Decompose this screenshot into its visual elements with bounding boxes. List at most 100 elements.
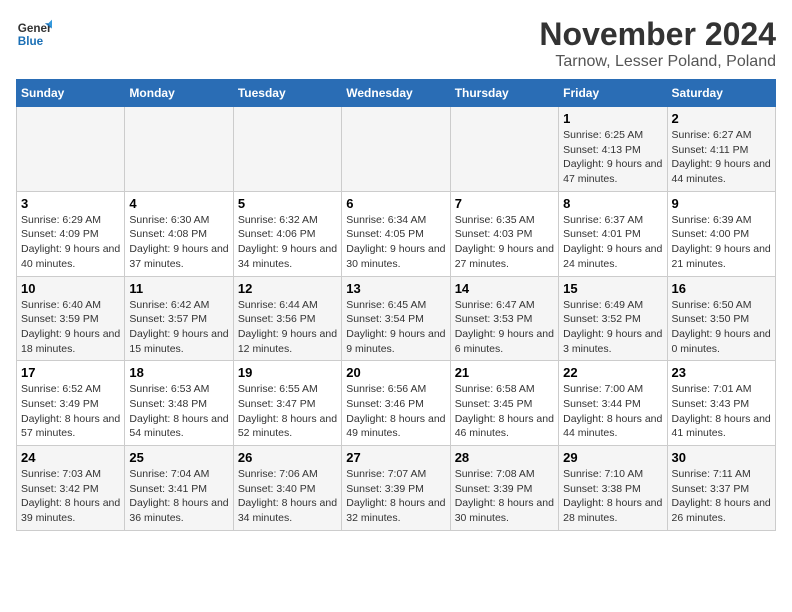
day-number: 17 <box>21 365 120 380</box>
day-info: Sunrise: 6:35 AM Sunset: 4:03 PM Dayligh… <box>455 213 554 272</box>
calendar-cell: 13Sunrise: 6:45 AM Sunset: 3:54 PM Dayli… <box>342 276 450 361</box>
day-info: Sunrise: 7:10 AM Sunset: 3:38 PM Dayligh… <box>563 467 662 526</box>
calendar-header-saturday: Saturday <box>667 80 775 107</box>
calendar-cell: 20 Sunrise: 6:56 AM Sunset: 3:46 PM Dayli… <box>342 361 450 446</box>
calendar-cell: 28 Sunrise: 7:08 AM Sunset: 3:39 PM Dayli… <box>450 446 558 531</box>
day-info: Sunrise: 6:58 AM Sunset: 3:45 PM Dayligh… <box>455 382 554 441</box>
day-number: 10 <box>21 281 120 296</box>
calendar-cell: 12 Sunrise: 6:44 AM Sunset: 3:56 PM Dayli… <box>233 276 341 361</box>
day-number: 3 <box>21 196 120 211</box>
day-number: 26 <box>238 450 337 465</box>
calendar-cell: 18 Sunrise: 6:53 AM Sunset: 3:48 PM Dayli… <box>125 361 233 446</box>
day-number: 4 <box>129 196 228 211</box>
day-info: Sunrise: 7:03 AM Sunset: 3:42 PM Dayligh… <box>21 467 120 526</box>
calendar-cell: 19 Sunrise: 6:55 AM Sunset: 3:47 PM Dayli… <box>233 361 341 446</box>
calendar-cell: 22Sunrise: 7:00 AM Sunset: 3:44 PM Dayli… <box>559 361 667 446</box>
day-number: 18 <box>129 365 228 380</box>
day-info: Sunrise: 6:27 AM Sunset: 4:11 PM Dayligh… <box>672 128 771 187</box>
day-number: 1 <box>563 111 662 126</box>
day-number: 12 <box>238 281 337 296</box>
calendar-cell: 24 Sunrise: 7:03 AM Sunset: 3:42 PM Dayli… <box>17 446 125 531</box>
day-info: Sunrise: 6:50 AM Sunset: 3:50 PM Dayligh… <box>672 298 771 357</box>
calendar-header-sunday: Sunday <box>17 80 125 107</box>
calendar-week-2: 3 Sunrise: 6:29 AM Sunset: 4:09 PM Daylig… <box>17 191 776 276</box>
day-number: 24 <box>21 450 120 465</box>
calendar-cell: 17 Sunrise: 6:52 AM Sunset: 3:49 PM Dayli… <box>17 361 125 446</box>
day-info: Sunrise: 6:44 AM Sunset: 3:56 PM Dayligh… <box>238 298 337 357</box>
calendar-cell <box>233 107 341 192</box>
calendar-cell: 14 Sunrise: 6:47 AM Sunset: 3:53 PM Dayli… <box>450 276 558 361</box>
calendar-header-wednesday: Wednesday <box>342 80 450 107</box>
calendar-cell: 7 Sunrise: 6:35 AM Sunset: 4:03 PM Daylig… <box>450 191 558 276</box>
day-info: Sunrise: 6:30 AM Sunset: 4:08 PM Dayligh… <box>129 213 228 272</box>
day-info: Sunrise: 7:08 AM Sunset: 3:39 PM Dayligh… <box>455 467 554 526</box>
day-info: Sunrise: 6:25 AM Sunset: 4:13 PM Dayligh… <box>563 128 662 187</box>
calendar-cell: 1 Sunrise: 6:25 AM Sunset: 4:13 PM Daylig… <box>559 107 667 192</box>
calendar-week-3: 10 Sunrise: 6:40 AM Sunset: 3:59 PM Dayli… <box>17 276 776 361</box>
day-number: 2 <box>672 111 771 126</box>
day-info: Sunrise: 6:37 AM Sunset: 4:01 PM Dayligh… <box>563 213 662 272</box>
day-info: Sunrise: 7:06 AM Sunset: 3:40 PM Dayligh… <box>238 467 337 526</box>
calendar-week-1: 1 Sunrise: 6:25 AM Sunset: 4:13 PM Daylig… <box>17 107 776 192</box>
day-info: Sunrise: 7:07 AM Sunset: 3:39 PM Dayligh… <box>346 467 445 526</box>
day-info: Sunrise: 6:55 AM Sunset: 3:47 PM Dayligh… <box>238 382 337 441</box>
day-info: Sunrise: 6:53 AM Sunset: 3:48 PM Dayligh… <box>129 382 228 441</box>
day-number: 16 <box>672 281 771 296</box>
day-info: Sunrise: 7:11 AM Sunset: 3:37 PM Dayligh… <box>672 467 771 526</box>
day-number: 11 <box>129 281 228 296</box>
calendar-cell: 3 Sunrise: 6:29 AM Sunset: 4:09 PM Daylig… <box>17 191 125 276</box>
calendar-week-4: 17 Sunrise: 6:52 AM Sunset: 3:49 PM Dayli… <box>17 361 776 446</box>
calendar-cell <box>342 107 450 192</box>
calendar-header-monday: Monday <box>125 80 233 107</box>
logo: General Blue <box>16 16 52 52</box>
calendar-header-thursday: Thursday <box>450 80 558 107</box>
calendar-cell: 23 Sunrise: 7:01 AM Sunset: 3:43 PM Dayli… <box>667 361 775 446</box>
location-subtitle: Tarnow, Lesser Poland, Poland <box>539 53 776 71</box>
day-info: Sunrise: 6:47 AM Sunset: 3:53 PM Dayligh… <box>455 298 554 357</box>
day-info: Sunrise: 6:32 AM Sunset: 4:06 PM Dayligh… <box>238 213 337 272</box>
calendar-cell: 5Sunrise: 6:32 AM Sunset: 4:06 PM Daylig… <box>233 191 341 276</box>
calendar-header-row: SundayMondayTuesdayWednesdayThursdayFrid… <box>17 80 776 107</box>
day-info: Sunrise: 6:49 AM Sunset: 3:52 PM Dayligh… <box>563 298 662 357</box>
calendar-cell: 9 Sunrise: 6:39 AM Sunset: 4:00 PM Daylig… <box>667 191 775 276</box>
calendar-cell: 29 Sunrise: 7:10 AM Sunset: 3:38 PM Dayli… <box>559 446 667 531</box>
day-info: Sunrise: 6:40 AM Sunset: 3:59 PM Dayligh… <box>21 298 120 357</box>
day-number: 7 <box>455 196 554 211</box>
calendar-week-5: 24 Sunrise: 7:03 AM Sunset: 3:42 PM Dayli… <box>17 446 776 531</box>
svg-text:Blue: Blue <box>18 35 44 48</box>
calendar-cell: 10 Sunrise: 6:40 AM Sunset: 3:59 PM Dayli… <box>17 276 125 361</box>
day-info: Sunrise: 6:52 AM Sunset: 3:49 PM Dayligh… <box>21 382 120 441</box>
day-number: 15 <box>563 281 662 296</box>
calendar-cell: 6 Sunrise: 6:34 AM Sunset: 4:05 PM Daylig… <box>342 191 450 276</box>
day-number: 23 <box>672 365 771 380</box>
day-number: 6 <box>346 196 445 211</box>
day-number: 13 <box>346 281 445 296</box>
calendar-header-friday: Friday <box>559 80 667 107</box>
calendar-table: SundayMondayTuesdayWednesdayThursdayFrid… <box>16 79 776 531</box>
day-info: Sunrise: 7:04 AM Sunset: 3:41 PM Dayligh… <box>129 467 228 526</box>
day-number: 22 <box>563 365 662 380</box>
day-info: Sunrise: 6:34 AM Sunset: 4:05 PM Dayligh… <box>346 213 445 272</box>
calendar-cell <box>450 107 558 192</box>
day-number: 9 <box>672 196 771 211</box>
calendar-cell: 15 Sunrise: 6:49 AM Sunset: 3:52 PM Dayli… <box>559 276 667 361</box>
day-info: Sunrise: 6:29 AM Sunset: 4:09 PM Dayligh… <box>21 213 120 272</box>
calendar-cell: 25 Sunrise: 7:04 AM Sunset: 3:41 PM Dayli… <box>125 446 233 531</box>
day-number: 29 <box>563 450 662 465</box>
calendar-cell: 27Sunrise: 7:07 AM Sunset: 3:39 PM Dayli… <box>342 446 450 531</box>
calendar-cell <box>125 107 233 192</box>
day-number: 28 <box>455 450 554 465</box>
day-number: 20 <box>346 365 445 380</box>
day-number: 25 <box>129 450 228 465</box>
day-number: 19 <box>238 365 337 380</box>
title-area: November 2024 Tarnow, Lesser Poland, Pol… <box>539 16 776 71</box>
day-info: Sunrise: 6:42 AM Sunset: 3:57 PM Dayligh… <box>129 298 228 357</box>
calendar-cell: 16 Sunrise: 6:50 AM Sunset: 3:50 PM Dayli… <box>667 276 775 361</box>
month-year-title: November 2024 <box>539 16 776 53</box>
day-number: 21 <box>455 365 554 380</box>
day-number: 8 <box>563 196 662 211</box>
day-info: Sunrise: 6:56 AM Sunset: 3:46 PM Dayligh… <box>346 382 445 441</box>
day-info: Sunrise: 6:39 AM Sunset: 4:00 PM Dayligh… <box>672 213 771 272</box>
day-number: 14 <box>455 281 554 296</box>
day-info: Sunrise: 7:01 AM Sunset: 3:43 PM Dayligh… <box>672 382 771 441</box>
